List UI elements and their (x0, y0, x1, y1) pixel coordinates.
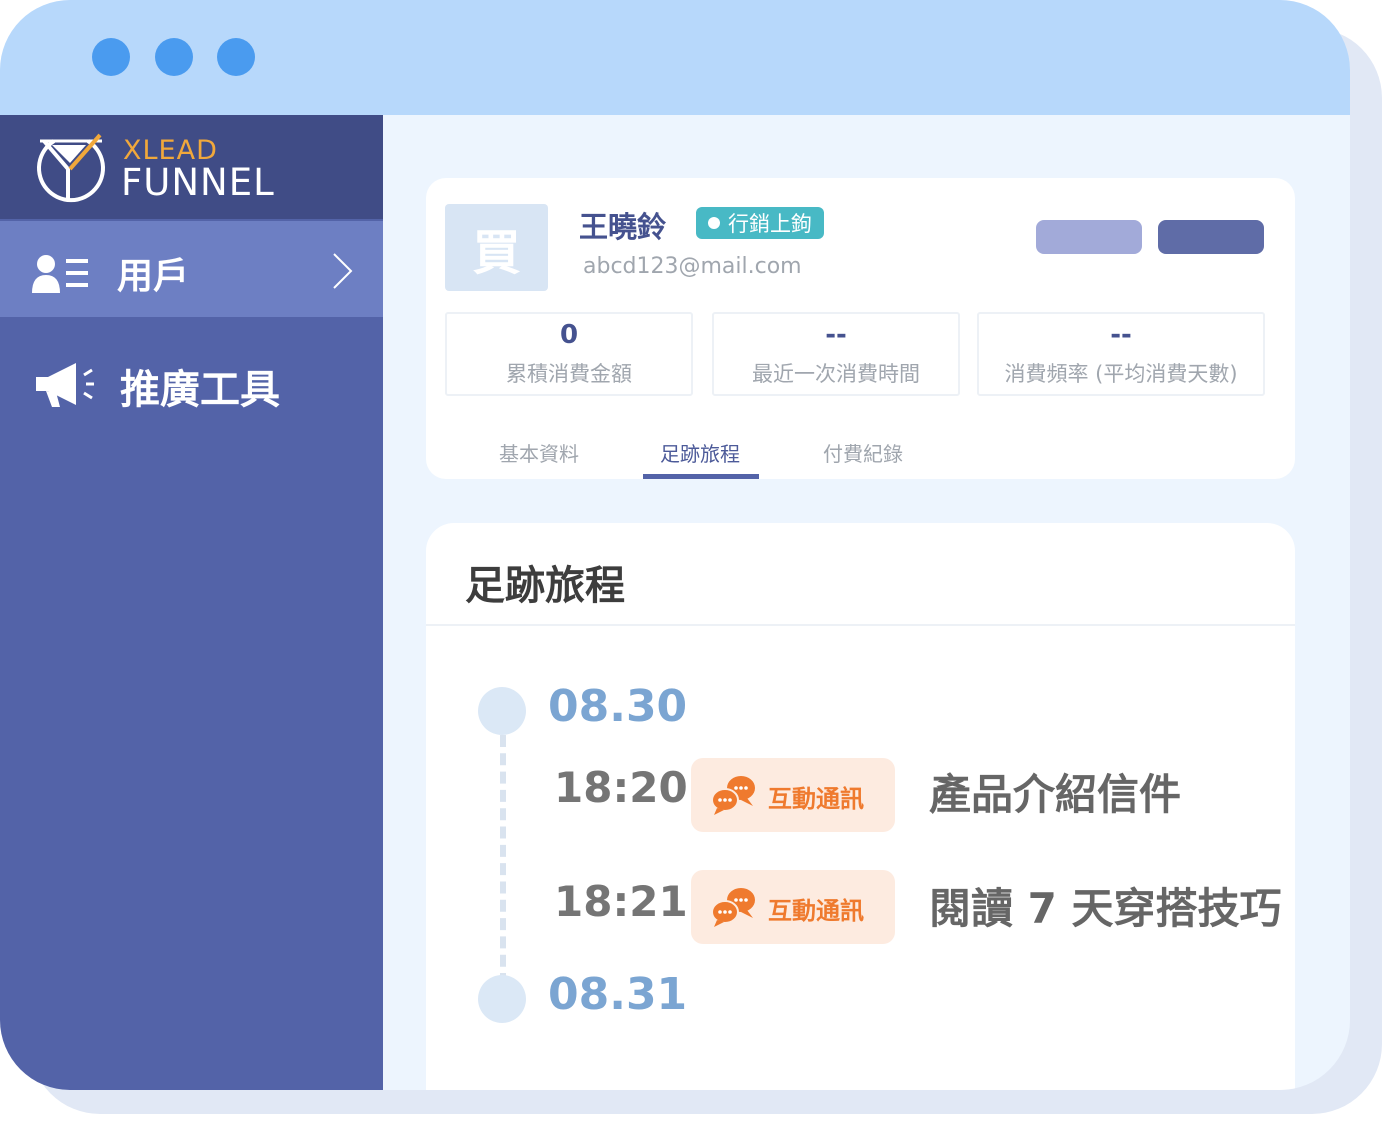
sidebar-item-users[interactable]: 用戶 (0, 221, 383, 317)
stat-label: 消費頻率 (平均消費天數) (1004, 362, 1238, 386)
action-button-primary[interactable] (1158, 220, 1264, 254)
sidebar: XLEAD FUNNEL 用戶 推廣工具 (0, 115, 383, 1090)
stat-total-spend: 0 累積消費金額 (445, 312, 693, 396)
sidebar-item-label: 推廣工具 (120, 367, 280, 413)
timeline-line (500, 735, 506, 985)
tab-payment-records[interactable]: 付費紀錄 (823, 438, 903, 467)
megaphone-icon (36, 363, 94, 407)
logo-text-bottom: FUNNEL (121, 161, 275, 204)
title-bar (0, 0, 1350, 115)
status-dot-icon (708, 217, 720, 229)
event-time: 18:20 (554, 763, 688, 812)
stat-value: -- (825, 320, 847, 350)
user-email: abcd123@mail.com (583, 254, 802, 279)
event-description: 閱讀 7 天穿搭技巧 (929, 884, 1282, 933)
timeline-date: 08.30 (548, 681, 688, 732)
logo[interactable]: XLEAD FUNNEL (0, 115, 383, 219)
window-dot-minimize[interactable] (155, 38, 193, 76)
stat-last-purchase: -- 最近一次消費時間 (712, 312, 960, 396)
timeline-dot (478, 975, 526, 1023)
tab-journey[interactable]: 足跡旅程 (660, 438, 740, 467)
section-title: 足跡旅程 (465, 563, 625, 609)
event-description: 產品介紹信件 (929, 770, 1182, 819)
timeline-date: 08.31 (548, 969, 688, 1020)
active-tab-indicator (643, 474, 759, 479)
chat-bubbles-icon (711, 776, 755, 815)
sidebar-item-label: 用戶 (117, 256, 190, 297)
stat-label: 最近一次消費時間 (752, 362, 920, 386)
journey-card: 足跡旅程 08.30 18:20 互動通訊 產品介紹信件 18:21 互動通訊 … (426, 523, 1295, 1090)
timeline-dot (478, 687, 526, 735)
window-dot-maximize[interactable] (217, 38, 255, 76)
profile-card: 買 王曉鈴 行銷上鉤 abcd123@mail.com 0 累積消費金額 -- … (426, 178, 1295, 479)
action-button-secondary[interactable] (1036, 220, 1142, 254)
window-dot-close[interactable] (92, 38, 130, 76)
user-list-icon (32, 255, 88, 293)
sidebar-item-promotion-tools[interactable]: 推廣工具 (0, 337, 383, 433)
divider (426, 624, 1295, 626)
funnel-logo-icon (37, 133, 105, 203)
user-name: 王曉鈴 (579, 210, 667, 244)
event-type-badge: 互動通訊 (691, 758, 895, 832)
avatar: 買 (445, 204, 548, 291)
tab-basic-info[interactable]: 基本資料 (499, 438, 579, 467)
status-badge-label: 行銷上鉤 (728, 212, 812, 236)
status-badge: 行銷上鉤 (696, 207, 824, 239)
stat-purchase-frequency: -- 消費頻率 (平均消費天數) (977, 312, 1265, 396)
event-type-label: 互動通訊 (768, 897, 864, 925)
stat-label: 累積消費金額 (506, 362, 632, 386)
stat-value: -- (1110, 320, 1132, 350)
chevron-right-icon (333, 253, 353, 289)
event-type-label: 互動通訊 (768, 785, 864, 813)
app-window: XLEAD FUNNEL 用戶 推廣工具 買 王曉鈴 行銷上鉤 abcd123@… (0, 0, 1350, 1090)
chat-bubbles-icon (711, 888, 755, 927)
stat-value: 0 (559, 320, 579, 350)
event-time: 18:21 (554, 877, 688, 926)
event-type-badge: 互動通訊 (691, 870, 895, 944)
